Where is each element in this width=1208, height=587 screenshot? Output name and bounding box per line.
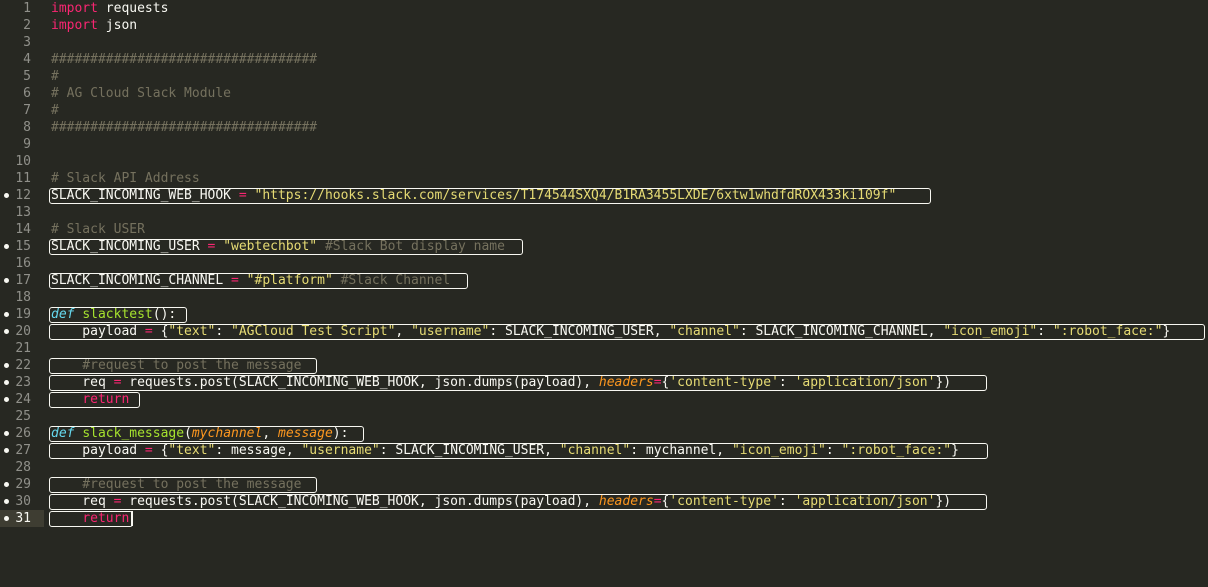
code-line: 10 [0,153,1208,170]
code-text[interactable]: req = requests.post(SLACK_INCOMING_WEB_H… [51,493,951,510]
comment[interactable]: # [51,102,59,119]
code-line: 7 # [0,102,1208,119]
comment[interactable]: # Slack API Address [51,170,200,187]
line-number: 3 [23,35,31,50]
line-number: 14 [15,222,31,237]
comment[interactable]: # AG Cloud Slack Module [51,85,231,102]
line-number: 24 [15,392,31,407]
code-line: 12 SLACK_INCOMING_WEB_HOOK = "https://ho… [0,187,1208,204]
code-line: 11 # Slack API Address [0,170,1208,187]
comment[interactable]: #request to post the message [51,357,301,374]
code-text[interactable]: SLACK_INCOMING_CHANNEL = "#platform" #Sl… [51,272,450,289]
line-number: 23 [15,375,31,390]
code-text[interactable]: SLACK_INCOMING_USER = "webtechbot" #Slac… [51,238,505,255]
code-line: 29 #request to post the message [0,476,1208,493]
line-number: 29 [15,477,31,492]
line-number: 1 [23,1,31,16]
code-text[interactable]: req = requests.post(SLACK_INCOMING_WEB_H… [51,374,951,391]
code-editor[interactable]: 1 import requests 2 import json 3 4 ####… [0,0,1208,587]
code-line: 4 ################################## [0,51,1208,68]
code-text[interactable]: import requests [51,0,168,17]
code-line: 25 [0,408,1208,425]
line-number: 9 [23,137,31,152]
line-number: 26 [15,426,31,441]
comment[interactable]: #request to post the message [51,476,301,493]
line-number: 15 [15,239,31,254]
code-line: 6 # AG Cloud Slack Module [0,85,1208,102]
line-number: 20 [15,324,31,339]
code-line: 30 req = requests.post(SLACK_INCOMING_WE… [0,493,1208,510]
code-text[interactable]: payload = {"text": "AGCloud Test Script"… [51,323,1170,340]
code-line: 24 return [0,391,1208,408]
code-line: 16 [0,255,1208,272]
code-text[interactable]: def slack_message(mychannel, message): [51,425,348,442]
code-line: 28 [0,459,1208,476]
line-number: 12 [15,188,31,203]
code-line: 5 # [0,68,1208,85]
code-line: 18 [0,289,1208,306]
line-number: 28 [15,460,31,475]
line-number: 19 [15,307,31,322]
code-line: 9 [0,136,1208,153]
code-text[interactable]: def slacktest(): [51,306,176,323]
code-line: 19 def slacktest(): [0,306,1208,323]
code-text[interactable]: return [51,391,129,408]
line-number: 10 [15,154,31,169]
code-line: 3 [0,34,1208,51]
comment[interactable]: # Slack USER [51,221,145,238]
code-line: 23 req = requests.post(SLACK_INCOMING_WE… [0,374,1208,391]
line-number: 27 [15,443,31,458]
code-line: 21 [0,340,1208,357]
comment[interactable]: ################################## [51,51,317,68]
code-line: 8 ################################## [0,119,1208,136]
code-line: 22 #request to post the message [0,357,1208,374]
line-number: 6 [23,86,31,101]
line-number: 5 [23,69,31,84]
code-text[interactable]: return [51,510,129,527]
code-line: 1 import requests [0,0,1208,17]
line-number: 7 [23,103,31,118]
code-line: 26 def slack_message(mychannel, message)… [0,425,1208,442]
code-line: 27 payload = {"text": message, "username… [0,442,1208,459]
code-text[interactable]: SLACK_INCOMING_WEB_HOOK = "https://hooks… [51,187,896,204]
code-line: 31 return [0,510,1208,527]
comment[interactable]: # [51,68,59,85]
code-text[interactable]: import json [51,17,137,34]
line-number: 25 [15,409,31,424]
code-line: 17 SLACK_INCOMING_CHANNEL = "#platform" … [0,272,1208,289]
code-line: 13 [0,204,1208,221]
code-line: 20 payload = {"text": "AGCloud Test Scri… [0,323,1208,340]
line-number: 11 [15,171,31,186]
line-number: 13 [15,205,31,220]
code-line: 2 import json [0,17,1208,34]
line-number: 22 [15,358,31,373]
line-number: 18 [15,290,31,305]
code-line: 15 SLACK_INCOMING_USER = "webtechbot" #S… [0,238,1208,255]
comment[interactable]: ################################## [51,119,317,136]
text-cursor [131,511,133,526]
line-number: 16 [15,256,31,271]
line-number: 30 [15,494,31,509]
line-number: 17 [15,273,31,288]
line-number: 21 [15,341,31,356]
line-number: 8 [23,120,31,135]
line-number: 2 [23,18,31,33]
line-number: 31 [15,511,31,526]
code-line: 14 # Slack USER [0,221,1208,238]
line-number: 4 [23,52,31,67]
code-text[interactable]: payload = {"text": message, "username": … [51,442,959,459]
